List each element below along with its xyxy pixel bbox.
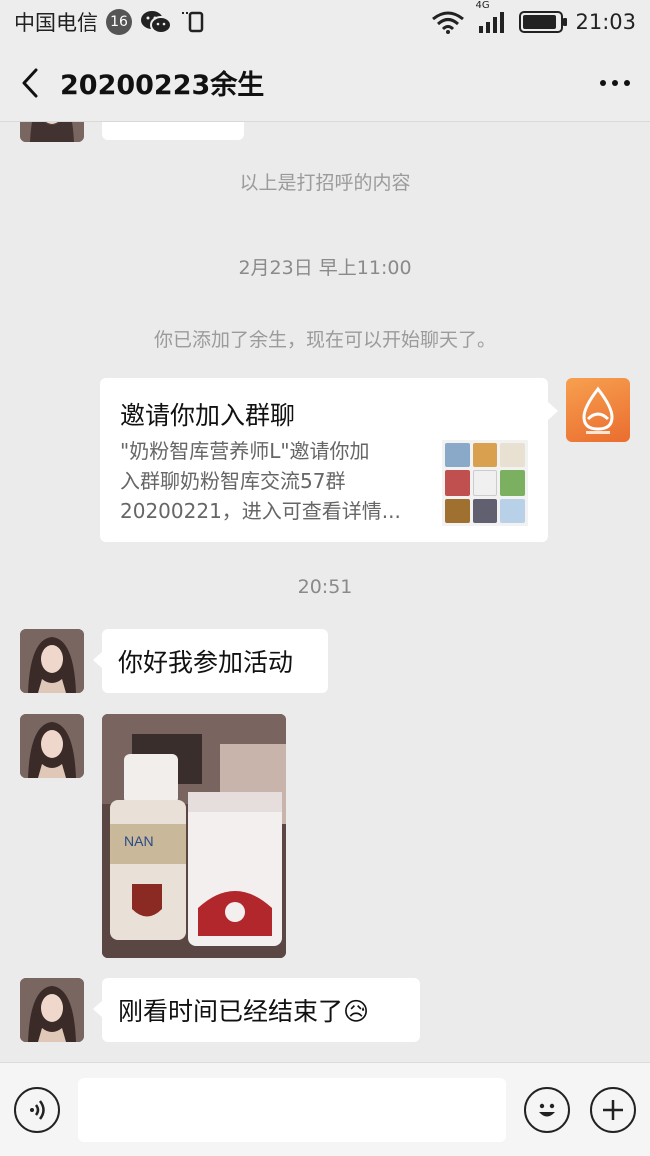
emoji-button[interactable] — [524, 1086, 570, 1133]
message-text: 你好我参加活动 — [118, 648, 294, 677]
network-type-label: 4G — [475, 0, 490, 11]
wechat-icon — [141, 11, 172, 34]
plus-icon — [603, 1099, 623, 1120]
phone-signal-icon — [182, 11, 204, 33]
message-bubble[interactable]: 刚看时间已经结束了😥 — [93, 978, 420, 1042]
svg-text:NAN: NAN — [124, 833, 154, 849]
chat-messages[interactable]: 以上是打招呼的内容 2月23日 早上11:00 你已添加了余生，现在可以开始聊天… — [0, 122, 650, 1062]
contact-avatar[interactable] — [20, 629, 84, 693]
cellular-signal-icon — [479, 12, 505, 33]
notification-badge: 16 — [106, 9, 132, 35]
message-text: 刚看时间已经结束了😥 — [118, 997, 370, 1026]
battery-icon — [519, 11, 568, 33]
voice-icon — [30, 1099, 45, 1120]
added-note: 你已添加了余生，现在可以开始聊天了。 — [153, 329, 496, 351]
chat-header: 20200223余生 — [0, 44, 650, 122]
contact-avatar[interactable] — [20, 122, 84, 142]
brand-logo-icon — [582, 386, 614, 434]
invite-title: 邀请你加入群聊 — [120, 401, 296, 430]
message-bubble[interactable]: 你好我参加活动 — [93, 629, 328, 693]
emoji-icon — [539, 1103, 555, 1116]
wifi-icon — [432, 11, 465, 34]
milk-formula-cans-image: NAN — [102, 714, 286, 958]
group-invite-card[interactable]: 邀请你加入群聊 "奶粉智库营养师L"邀请你加 入群聊奶粉智库交流57群 2020… — [100, 378, 558, 542]
voice-button[interactable] — [14, 1086, 60, 1133]
self-avatar[interactable] — [566, 378, 630, 442]
chevron-left-icon — [22, 68, 38, 97]
carrier-label: 中国电信 — [14, 11, 98, 35]
invite-desc-line: 20200221，进入可查看详情... — [120, 499, 401, 523]
contact-avatar[interactable] — [20, 978, 84, 1042]
message-bubble-partial[interactable] — [102, 122, 244, 140]
photo-message[interactable]: NAN — [102, 714, 286, 958]
more-dots-icon — [600, 79, 630, 86]
battery-level — [523, 15, 556, 29]
back-button[interactable] — [0, 44, 60, 122]
more-button[interactable] — [580, 44, 650, 122]
timestamp: 2月23日 早上11:00 — [238, 257, 412, 279]
group-avatar-grid — [442, 440, 528, 526]
status-time: 21:03 — [575, 10, 636, 34]
plus-button[interactable] — [590, 1086, 636, 1133]
invite-desc-line: 入群聊奶粉智库交流57群 — [120, 469, 346, 493]
contact-avatar[interactable] — [20, 714, 84, 778]
invite-desc-line: "奶粉智库营养师L"邀请你加 — [120, 439, 370, 463]
message-input[interactable] — [78, 1077, 506, 1142]
greeting-note: 以上是打招呼的内容 — [239, 172, 411, 194]
input-bar — [0, 1062, 650, 1156]
status-bar: 中国电信 16 4G 21:03 — [0, 0, 650, 44]
invite-description: "奶粉智库营养师L"邀请你加 入群聊奶粉智库交流57群 20200221，进入可… — [120, 436, 420, 528]
chat-title: 20200223余生 — [60, 70, 265, 101]
timestamp: 20:51 — [297, 576, 353, 598]
